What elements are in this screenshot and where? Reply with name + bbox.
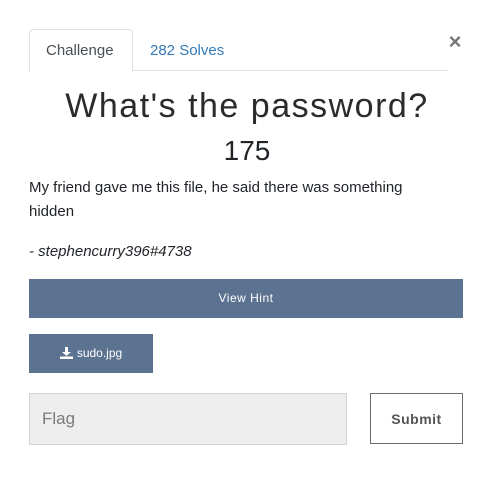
tab-bar: Challenge 282 Solves	[29, 29, 448, 72]
file-name-label: sudo.jpg	[76, 346, 123, 360]
tab-solves[interactable]: 282 Solves	[133, 29, 241, 71]
flag-input[interactable]	[29, 393, 347, 445]
tab-challenge[interactable]: Challenge	[29, 29, 133, 72]
download-file-button[interactable]: sudo.jpg	[29, 334, 153, 373]
download-icon	[59, 347, 73, 359]
challenge-modal: × Challenge 282 Solves What's the passwo…	[0, 0, 494, 491]
challenge-description: My friend gave me this file, he said the…	[29, 179, 403, 220]
submit-button[interactable]: Submit	[370, 393, 463, 444]
view-hint-button[interactable]: View Hint	[29, 279, 463, 318]
challenge-title: What's the password?	[65, 87, 429, 125]
challenge-author: - stephencurry396#4738	[29, 243, 192, 260]
challenge-points: 175	[223, 135, 271, 166]
